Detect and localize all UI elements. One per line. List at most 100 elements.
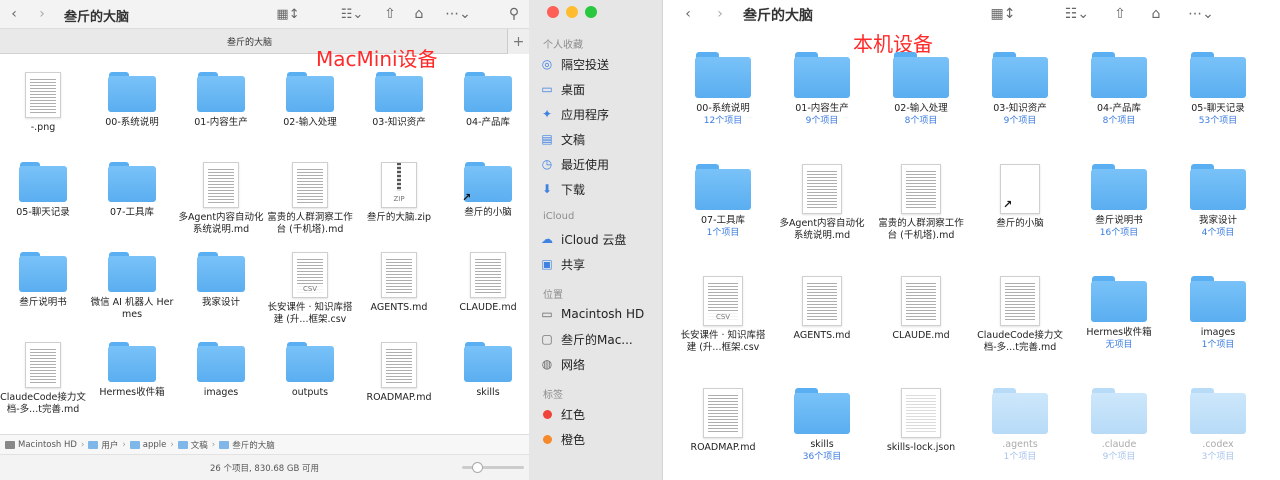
back-icon[interactable]: ‹ [679, 0, 697, 28]
sidebar-item[interactable]: ▢ 叁斤的Mac... [539, 328, 661, 350]
share-icon[interactable]: ⇧ [1111, 0, 1129, 28]
applications-icon: ✦ [541, 107, 553, 121]
more-actions-icon[interactable]: ⋯⌄ [1183, 0, 1219, 28]
file-item[interactable]: 00-系统说明 [88, 72, 176, 129]
file-item[interactable]: 02-输入处理 [266, 72, 354, 129]
file-item[interactable]: 05-聊天记录 [0, 162, 87, 219]
file-item[interactable]: skills-lock.json [875, 388, 967, 454]
file-item[interactable]: 01-内容生产 9个项目 [776, 52, 868, 127]
file-item[interactable]: 富贵的人群洞察工作台 (千机塔).md [266, 162, 354, 236]
sidebar-item[interactable]: ◎ 隔空投送 [539, 53, 661, 75]
view-grid-icon[interactable]: ▦↕ [985, 0, 1021, 28]
file-item[interactable]: 04-产品库 8个项目 [1073, 52, 1165, 127]
file-item[interactable]: CLAUDE.md [875, 276, 967, 342]
file-item[interactable]: 叁斤说明书 [0, 252, 87, 309]
file-item[interactable]: AGENTS.md [355, 252, 443, 314]
sidebar-item[interactable]: ▭ Macintosh HD [539, 303, 661, 325]
sidebar-item[interactable]: ◷ 最近使用 [539, 153, 661, 175]
right-toolbar: ‹ › 叁斤的大脑 ▦↕ ☷⌄ ⇧ ⌂ ⋯⌄ [663, 0, 1280, 28]
file-item[interactable]: Hermes收件箱 [88, 342, 176, 399]
file-item[interactable]: 03-知识资产 [355, 72, 443, 129]
file-item[interactable]: 04-产品库 [444, 72, 529, 129]
file-item[interactable]: 我家设计 [177, 252, 265, 309]
sidebar-item-label: 共享 [561, 257, 586, 272]
slider-knob[interactable] [472, 462, 483, 473]
file-item[interactable]: Hermes收件箱 无项目 [1073, 276, 1165, 351]
document-icon [292, 162, 328, 208]
file-item[interactable]: 05-聊天记录 53个项目 [1172, 52, 1264, 127]
file-item[interactable]: .agents 1个项目 [974, 388, 1066, 463]
path-seg-4[interactable]: 叁斤的大脑 [219, 439, 275, 451]
file-item[interactable]: -.png [0, 72, 87, 134]
more-actions-icon[interactable]: ⋯⌄ [443, 0, 473, 28]
file-item[interactable]: .codex 3个项目 [1172, 388, 1264, 463]
folder-icon [464, 342, 512, 382]
file-item[interactable]: 富贵的人群洞察工作台 (千机塔).md [875, 164, 967, 242]
group-icon[interactable]: ☷⌄ [1059, 0, 1095, 28]
tag-icon[interactable]: ⌂ [1147, 0, 1165, 28]
file-name: 00-系统说明 [105, 117, 159, 128]
back-icon[interactable]: ‹ [6, 0, 22, 28]
file-item[interactable]: ROADMAP.md [677, 388, 769, 454]
folder-icon [177, 440, 188, 449]
file-item[interactable]: CSV 长安课件 · 知识库搭建 (升...框架.csv [266, 252, 354, 326]
file-item[interactable]: AGENTS.md [776, 276, 868, 342]
file-item[interactable]: 我家设计 4个项目 [1172, 164, 1264, 239]
path-seg-2[interactable]: apple [129, 440, 166, 450]
item-count: 4个项目 [1201, 228, 1235, 238]
tag-icon[interactable]: ⌂ [410, 0, 428, 28]
file-item[interactable]: images 1个项目 [1172, 276, 1264, 351]
file-name: 03-知识资产 [372, 117, 426, 128]
file-item[interactable]: 叁斤说明书 16个项目 [1073, 164, 1165, 239]
file-item[interactable]: ClaudeCode接力文档-多...t完善.md [0, 342, 87, 416]
forward-icon[interactable]: › [34, 0, 50, 28]
sidebar-item[interactable]: ⬇ 下载 [539, 178, 661, 200]
file-item[interactable]: skills [444, 342, 529, 399]
file-item[interactable]: ROADMAP.md [355, 342, 443, 404]
sidebar-item[interactable]: 红色 [539, 403, 661, 425]
file-item[interactable]: 07-工具库 1个项目 [677, 164, 769, 239]
sidebar-item[interactable]: ▤ 文稿 [539, 128, 661, 150]
search-icon[interactable]: ⚲ [505, 0, 523, 28]
file-name: ROADMAP.md [690, 442, 756, 453]
group-icon[interactable]: ☷⌄ [336, 0, 368, 28]
file-item[interactable]: 微信 AI 机器人 Hermes [88, 252, 176, 321]
file-item[interactable]: 多Agent内容自动化系统说明.md [776, 164, 868, 242]
file-item[interactable]: images [177, 342, 265, 399]
file-item[interactable]: ZIP 叁斤的大脑.zip [355, 162, 443, 224]
file-item[interactable]: 多Agent内容自动化系统说明.md [177, 162, 265, 236]
share-icon[interactable]: ⇧ [381, 0, 399, 28]
file-item[interactable]: ↗ 叁斤的小脑 [444, 162, 529, 219]
file-item[interactable]: 07-工具库 [88, 162, 176, 219]
file-item[interactable]: 02-输入处理 8个项目 [875, 52, 967, 127]
sidebar-item[interactable]: ▣ 共享 [539, 253, 661, 275]
sidebar-item[interactable]: 橙色 [539, 428, 661, 450]
sidebar-item[interactable]: ▭ 桌面 [539, 78, 661, 100]
path-seg-3[interactable]: 文稿 [177, 439, 208, 451]
file-item[interactable]: outputs [266, 342, 354, 399]
clock-icon: ◷ [541, 157, 553, 171]
file-item[interactable]: 01-内容生产 [177, 72, 265, 129]
file-item[interactable]: ClaudeCode接力文档-多...t完善.md [974, 276, 1066, 354]
file-item[interactable]: 03-知识资产 9个项目 [974, 52, 1066, 127]
file-item[interactable]: CSV 长安课件 · 知识库搭建 (升...框架.csv [677, 276, 769, 354]
file-item[interactable]: .claude 9个项目 [1073, 388, 1165, 463]
sidebar-item[interactable]: ☁ iCloud 云盘 [539, 228, 661, 250]
file-item[interactable]: skills 36个项目 [776, 388, 868, 463]
path-seg-0[interactable]: Macintosh HD [5, 440, 77, 450]
document-icon [381, 252, 417, 298]
folder-icon [1190, 276, 1246, 322]
sidebar-item[interactable]: ◍ 网络 [539, 353, 661, 375]
file-item[interactable]: 00-系统说明 12个项目 [677, 52, 769, 127]
zoom-window-button[interactable] [585, 6, 597, 18]
file-item[interactable]: ↗ 叁斤的小脑 [974, 164, 1066, 230]
sidebar-item[interactable]: ✦ 应用程序 [539, 103, 661, 125]
minimize-window-button[interactable] [566, 6, 578, 18]
icon-size-slider[interactable] [462, 462, 524, 473]
new-tab-button[interactable]: + [507, 29, 529, 54]
file-item[interactable]: CLAUDE.md [444, 252, 529, 314]
forward-icon[interactable]: › [711, 0, 729, 28]
path-seg-1[interactable]: 用户 [88, 439, 118, 451]
view-grid-icon[interactable]: ▦↕ [272, 0, 304, 28]
close-window-button[interactable] [547, 6, 559, 18]
